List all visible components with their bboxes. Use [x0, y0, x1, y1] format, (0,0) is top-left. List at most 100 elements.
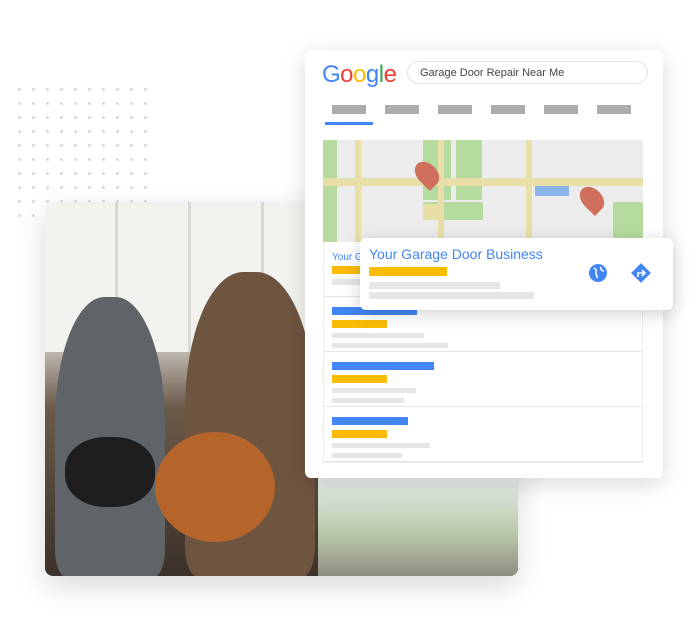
dot — [88, 172, 91, 175]
dot — [144, 88, 147, 91]
tab-1[interactable] — [325, 105, 373, 125]
dot — [74, 88, 77, 91]
dot — [88, 88, 91, 91]
dot — [46, 102, 49, 105]
dot — [144, 116, 147, 119]
dot — [130, 144, 133, 147]
dot — [102, 172, 105, 175]
dot — [18, 158, 21, 161]
dot — [130, 102, 133, 105]
dot — [60, 88, 63, 91]
tab-2[interactable] — [385, 105, 419, 114]
dot — [74, 130, 77, 133]
dot — [32, 116, 35, 119]
dot — [88, 102, 91, 105]
dot — [32, 214, 35, 217]
dot — [130, 172, 133, 175]
dot — [60, 102, 63, 105]
tab-4[interactable] — [491, 105, 525, 114]
search-tabs — [325, 105, 631, 125]
dot — [18, 88, 21, 91]
dot — [46, 144, 49, 147]
dot — [144, 172, 147, 175]
dot — [18, 186, 21, 189]
dot — [60, 144, 63, 147]
map[interactable] — [323, 140, 643, 242]
dot — [116, 116, 119, 119]
dot — [18, 200, 21, 203]
dot — [88, 116, 91, 119]
dot — [144, 144, 147, 147]
dot — [102, 186, 105, 189]
tab-5[interactable] — [544, 105, 578, 114]
dot — [60, 130, 63, 133]
dot — [116, 130, 119, 133]
dot — [46, 172, 49, 175]
dot — [88, 144, 91, 147]
dot — [74, 172, 77, 175]
dot — [32, 88, 35, 91]
dot — [18, 116, 21, 119]
dot — [60, 172, 63, 175]
dot — [116, 144, 119, 147]
dot — [18, 102, 21, 105]
dot — [32, 130, 35, 133]
dot — [60, 186, 63, 189]
dot — [130, 158, 133, 161]
dot — [144, 102, 147, 105]
list-item[interactable] — [324, 352, 642, 407]
dot — [18, 172, 21, 175]
dot — [32, 144, 35, 147]
search-input[interactable]: Garage Door Repair Near Me — [407, 61, 648, 84]
dot — [32, 172, 35, 175]
dot — [18, 144, 21, 147]
dot — [144, 130, 147, 133]
dot — [102, 158, 105, 161]
dot — [102, 102, 105, 105]
dot — [18, 130, 21, 133]
dot — [130, 186, 133, 189]
dot — [102, 116, 105, 119]
dot — [116, 172, 119, 175]
dot — [102, 88, 105, 91]
tab-3[interactable] — [438, 105, 472, 114]
globe-icon[interactable] — [587, 262, 609, 284]
dot — [60, 116, 63, 119]
dot — [32, 200, 35, 203]
directions-icon[interactable] — [630, 262, 652, 284]
dot — [116, 88, 119, 91]
dot — [18, 214, 21, 217]
dot — [88, 186, 91, 189]
dot — [46, 186, 49, 189]
dot — [46, 158, 49, 161]
list-item[interactable] — [324, 407, 642, 462]
dot — [46, 130, 49, 133]
dot — [32, 158, 35, 161]
dot — [116, 102, 119, 105]
tab-6[interactable] — [597, 105, 631, 114]
google-logo: Google — [322, 61, 397, 88]
dot — [116, 158, 119, 161]
dot — [88, 130, 91, 133]
dot — [74, 158, 77, 161]
dot — [32, 186, 35, 189]
dot — [32, 102, 35, 105]
dot — [60, 158, 63, 161]
dot — [144, 158, 147, 161]
map-pin-icon[interactable] — [575, 182, 609, 216]
business-title: Your Garage Door Business — [369, 246, 543, 262]
dot — [74, 116, 77, 119]
dot — [46, 88, 49, 91]
dot — [102, 130, 105, 133]
dot — [130, 88, 133, 91]
dot — [88, 158, 91, 161]
business-popup[interactable]: Your Garage Door Business — [360, 238, 673, 310]
dot — [102, 144, 105, 147]
dot — [116, 186, 119, 189]
dot — [130, 116, 133, 119]
dot — [144, 186, 147, 189]
dot — [74, 144, 77, 147]
dot — [46, 116, 49, 119]
dot — [74, 186, 77, 189]
dot — [130, 130, 133, 133]
